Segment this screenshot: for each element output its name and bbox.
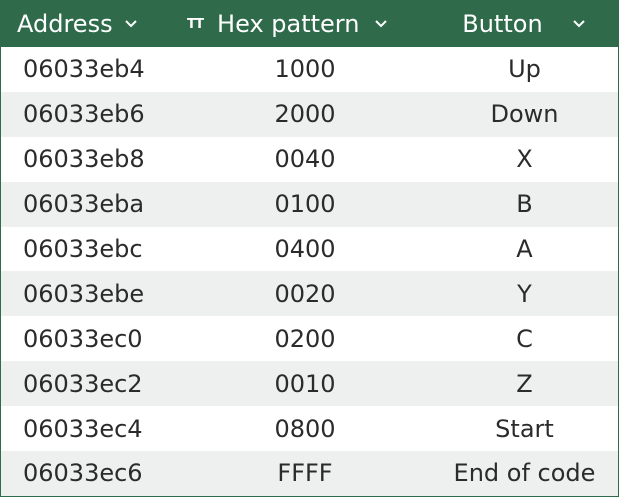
- data-table: Address TT Hex pattern Button 06033eb4 1…: [0, 0, 619, 497]
- hex-pattern-cell: 0800: [274, 414, 336, 443]
- address-cell: 06033eba: [23, 190, 145, 219]
- address-cell: 06033ebe: [23, 279, 145, 308]
- column-header-label: Hex pattern: [217, 10, 360, 38]
- hex-pattern-cell: 0040: [274, 145, 336, 174]
- chevron-down-icon[interactable]: [571, 16, 587, 32]
- column-header-button[interactable]: Button: [431, 1, 618, 47]
- button-cell: X: [516, 145, 533, 174]
- table-row[interactable]: 06033eb6 2000 Down: [1, 91, 618, 137]
- button-cell: Start: [495, 414, 554, 443]
- address-cell: 06033eb6: [23, 100, 145, 129]
- button-cell: Y: [517, 279, 532, 308]
- chevron-down-icon[interactable]: [123, 16, 139, 32]
- button-cell: A: [516, 235, 533, 263]
- hex-pattern-cell: 2000: [274, 100, 336, 129]
- address-cell: 06033ec2: [23, 369, 143, 398]
- button-cell: B: [516, 190, 533, 219]
- button-cell: Up: [508, 55, 541, 84]
- column-header-label: Button: [462, 10, 543, 38]
- table-row[interactable]: 06033eba 0100 B: [1, 181, 618, 227]
- text-type-icon: TT: [187, 16, 204, 32]
- hex-pattern-cell: 0020: [274, 279, 336, 308]
- hex-pattern-cell: 1000: [274, 55, 336, 84]
- address-cell: 06033eb4: [23, 55, 145, 84]
- table-row[interactable]: 06033ec0 0200 C: [1, 316, 618, 361]
- hex-pattern-cell: 0100: [274, 190, 336, 219]
- table-row[interactable]: 06033eb4 1000 Up: [1, 47, 618, 92]
- hex-pattern-cell: FFFF: [277, 459, 333, 488]
- table-header: Address TT Hex pattern Button: [1, 1, 618, 47]
- table-row[interactable]: 06033ebe 0020 Y: [1, 271, 618, 317]
- address-cell: 06033ebc: [23, 235, 143, 263]
- button-cell: C: [516, 324, 533, 353]
- hex-pattern-cell: 0400: [274, 235, 336, 263]
- column-header-address[interactable]: Address: [1, 1, 179, 47]
- table-row[interactable]: 06033ec4 0800 Start: [1, 406, 618, 451]
- chevron-down-icon[interactable]: [373, 16, 389, 32]
- table-row[interactable]: 06033eb8 0040 X: [1, 137, 618, 182]
- address-cell: 06033ec6: [23, 459, 143, 488]
- button-cell: End of code: [453, 459, 596, 488]
- hex-pattern-cell: 0200: [274, 324, 336, 353]
- button-cell: Z: [516, 369, 533, 398]
- column-header-hex-pattern[interactable]: TT Hex pattern: [179, 1, 431, 47]
- table-row[interactable]: 06033ec2 0010 Z: [1, 361, 618, 407]
- table-body: 06033eb4 1000 Up 06033eb6 2000 Down 0603…: [1, 47, 618, 496]
- address-cell: 06033eb8: [23, 145, 145, 174]
- hex-pattern-cell: 0010: [274, 369, 336, 398]
- address-cell: 06033ec0: [23, 324, 143, 353]
- button-cell: Down: [490, 100, 559, 129]
- address-cell: 06033ec4: [23, 414, 143, 443]
- table-row[interactable]: 06033ec6 FFFF End of code: [1, 451, 618, 496]
- column-header-label: Address: [17, 10, 113, 38]
- table-row[interactable]: 06033ebc 0400 A: [1, 227, 618, 272]
